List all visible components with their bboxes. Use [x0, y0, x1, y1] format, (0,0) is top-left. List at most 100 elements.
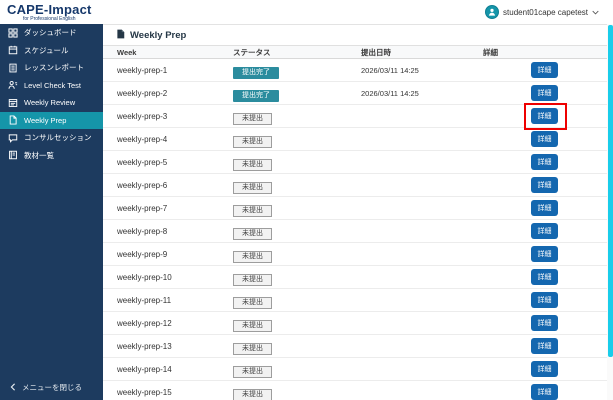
table-row: weekly-prep-9 未提出 詳細 — [103, 243, 613, 266]
detail-cell: 詳細 — [483, 151, 613, 173]
panel-title-bar: Weekly Prep — [103, 25, 613, 46]
status-badge: 未提出 — [233, 365, 272, 379]
table-row: weekly-prep-7 未提出 詳細 — [103, 197, 613, 220]
detail-button[interactable]: 詳細 — [531, 384, 558, 400]
sidebar-item-weekly-review[interactable]: Weekly Review — [0, 94, 103, 112]
table-header-row: Week ステータス 提出日時 詳細 — [103, 46, 613, 59]
status-cell: 未提出 — [233, 107, 361, 126]
detail-cell: 詳細 — [483, 289, 613, 311]
detail-cell: 詳細 — [483, 197, 613, 219]
materials-icon — [8, 150, 18, 160]
table-row: weekly-prep-4 未提出 詳細 — [103, 128, 613, 151]
datetime-cell: 2026/03/11 14:25 — [361, 65, 419, 75]
sidebar-item-label: Weekly Prep — [24, 115, 67, 125]
detail-cell: 詳細 — [483, 266, 613, 288]
scrollbar-thumb[interactable] — [608, 25, 613, 357]
status-badge: 未提出 — [233, 250, 272, 264]
table-row: weekly-prep-3 未提出 詳細 — [103, 103, 613, 130]
sidebar-nav: ダッシュボードスケジュールレッスンレポート Level Check Test Wee… — [0, 24, 103, 164]
status-cell: 未提出 — [233, 130, 361, 149]
chevron-left-icon — [10, 382, 16, 393]
sidebar-item-label: レッスンレポート — [24, 63, 84, 73]
sidebar-item-label: コンサルセッション — [24, 133, 92, 143]
detail-cell: 詳細 — [483, 174, 613, 196]
status-cell: 提出完了 — [233, 61, 361, 80]
table-row: weekly-prep-12 未提出 詳細 — [103, 312, 613, 335]
detail-button[interactable]: 詳細 — [531, 200, 558, 216]
detail-cell: 詳細 — [483, 243, 613, 265]
detail-button[interactable]: 詳細 — [531, 177, 558, 193]
sidebar-item-label: 教材一覧 — [24, 150, 54, 160]
status-badge: 未提出 — [233, 112, 272, 126]
week-cell: weekly-prep-11 — [117, 295, 172, 305]
level-check-icon — [8, 80, 18, 90]
sidebar-item-dashboard[interactable]: ダッシュボード — [0, 24, 103, 42]
chevron-down-icon — [592, 10, 599, 15]
weekly-review-icon — [8, 98, 18, 108]
table-row: weekly-prep-6 未提出 詳細 — [103, 174, 613, 197]
status-cell: 未提出 — [233, 245, 361, 264]
detail-button[interactable]: 詳細 — [531, 154, 558, 170]
collapse-menu-label: メニューを閉じる — [22, 383, 82, 392]
status-badge: 未提出 — [233, 342, 272, 356]
detail-button[interactable]: 詳細 — [531, 361, 558, 377]
week-cell: weekly-prep-9 — [117, 249, 168, 259]
week-cell: weekly-prep-4 — [117, 134, 168, 144]
detail-cell: 詳細 — [483, 59, 613, 81]
schedule-icon — [8, 45, 18, 55]
detail-button[interactable]: 詳細 — [531, 108, 558, 124]
main-panel: Weekly Prep Week ステータス 提出日時 詳細 weekly-pr… — [103, 24, 613, 400]
detail-cell: 詳細 — [483, 128, 613, 150]
scrollbar-track[interactable] — [607, 24, 613, 400]
sidebar-item-lesson-report[interactable]: レッスンレポート — [0, 59, 103, 77]
consult-session-icon — [8, 133, 18, 143]
status-cell: 未提出 — [233, 199, 361, 218]
detail-button[interactable]: 詳細 — [531, 223, 558, 239]
detail-button[interactable]: 詳細 — [531, 62, 558, 78]
week-cell: weekly-prep-13 — [117, 341, 172, 351]
sidebar-item-label: Weekly Review — [24, 98, 76, 108]
detail-cell: 詳細 — [483, 358, 613, 380]
app-body: ダッシュボード スケジュール レッスンレポート Level Check Test Wee… — [0, 24, 613, 400]
detail-button[interactable]: 詳細 — [531, 269, 558, 285]
detail-cell: 詳細 — [483, 220, 613, 242]
status-badge: 提出完了 — [233, 66, 279, 80]
status-cell: 未提出 — [233, 291, 361, 310]
detail-cell: 詳細 — [483, 312, 613, 334]
detail-button[interactable]: 詳細 — [531, 131, 558, 147]
week-cell: weekly-prep-1 — [117, 65, 168, 75]
status-badge: 未提出 — [233, 181, 272, 195]
column-header-datetime: 提出日時 — [361, 47, 391, 57]
sidebar-item-consult-session[interactable]: コンサルセッション — [0, 129, 103, 147]
status-cell: 提出完了 — [233, 84, 361, 103]
week-cell: weekly-prep-6 — [117, 180, 168, 190]
sidebar-item-materials[interactable]: 教材一覧 — [0, 147, 103, 165]
detail-cell: 詳細 — [483, 82, 613, 104]
detail-button[interactable]: 詳細 — [531, 338, 558, 354]
week-cell: weekly-prep-3 — [117, 111, 168, 121]
detail-button[interactable]: 詳細 — [531, 292, 558, 308]
sidebar-item-schedule[interactable]: スケジュール — [0, 42, 103, 60]
weekly-prep-icon — [8, 115, 18, 125]
status-badge: 未提出 — [233, 296, 272, 310]
page-title: Weekly Prep — [130, 29, 187, 41]
sidebar-item-level-check-test[interactable]: Level Check Test — [0, 77, 103, 95]
detail-cell: 詳細 — [483, 381, 613, 400]
status-badge: 未提出 — [233, 388, 272, 400]
detail-button[interactable]: 詳細 — [531, 315, 558, 331]
detail-button[interactable]: 詳細 — [531, 246, 558, 262]
app-logo: CAPE-Impact for Professional English — [0, 3, 92, 22]
topbar: CAPE-Impact for Professional English stu… — [0, 0, 613, 24]
user-menu[interactable]: student01cape capetest — [485, 5, 613, 19]
person-icon — [485, 5, 500, 19]
table-row: weekly-prep-8 未提出 詳細 — [103, 220, 613, 243]
detail-button[interactable]: 詳細 — [531, 85, 558, 101]
collapse-menu-button[interactable]: メニューを閉じる — [10, 382, 82, 393]
sidebar: ダッシュボードスケジュールレッスンレポート Level Check Test Wee… — [0, 24, 103, 400]
status-badge: 未提出 — [233, 135, 272, 149]
status-badge: 未提出 — [233, 273, 272, 287]
sidebar-item-label: ダッシュボード — [24, 28, 77, 38]
column-header-week: Week — [117, 47, 137, 57]
sidebar-item-weekly-prep[interactable]: Weekly Prep — [0, 111, 103, 129]
lesson-report-icon — [8, 63, 18, 73]
